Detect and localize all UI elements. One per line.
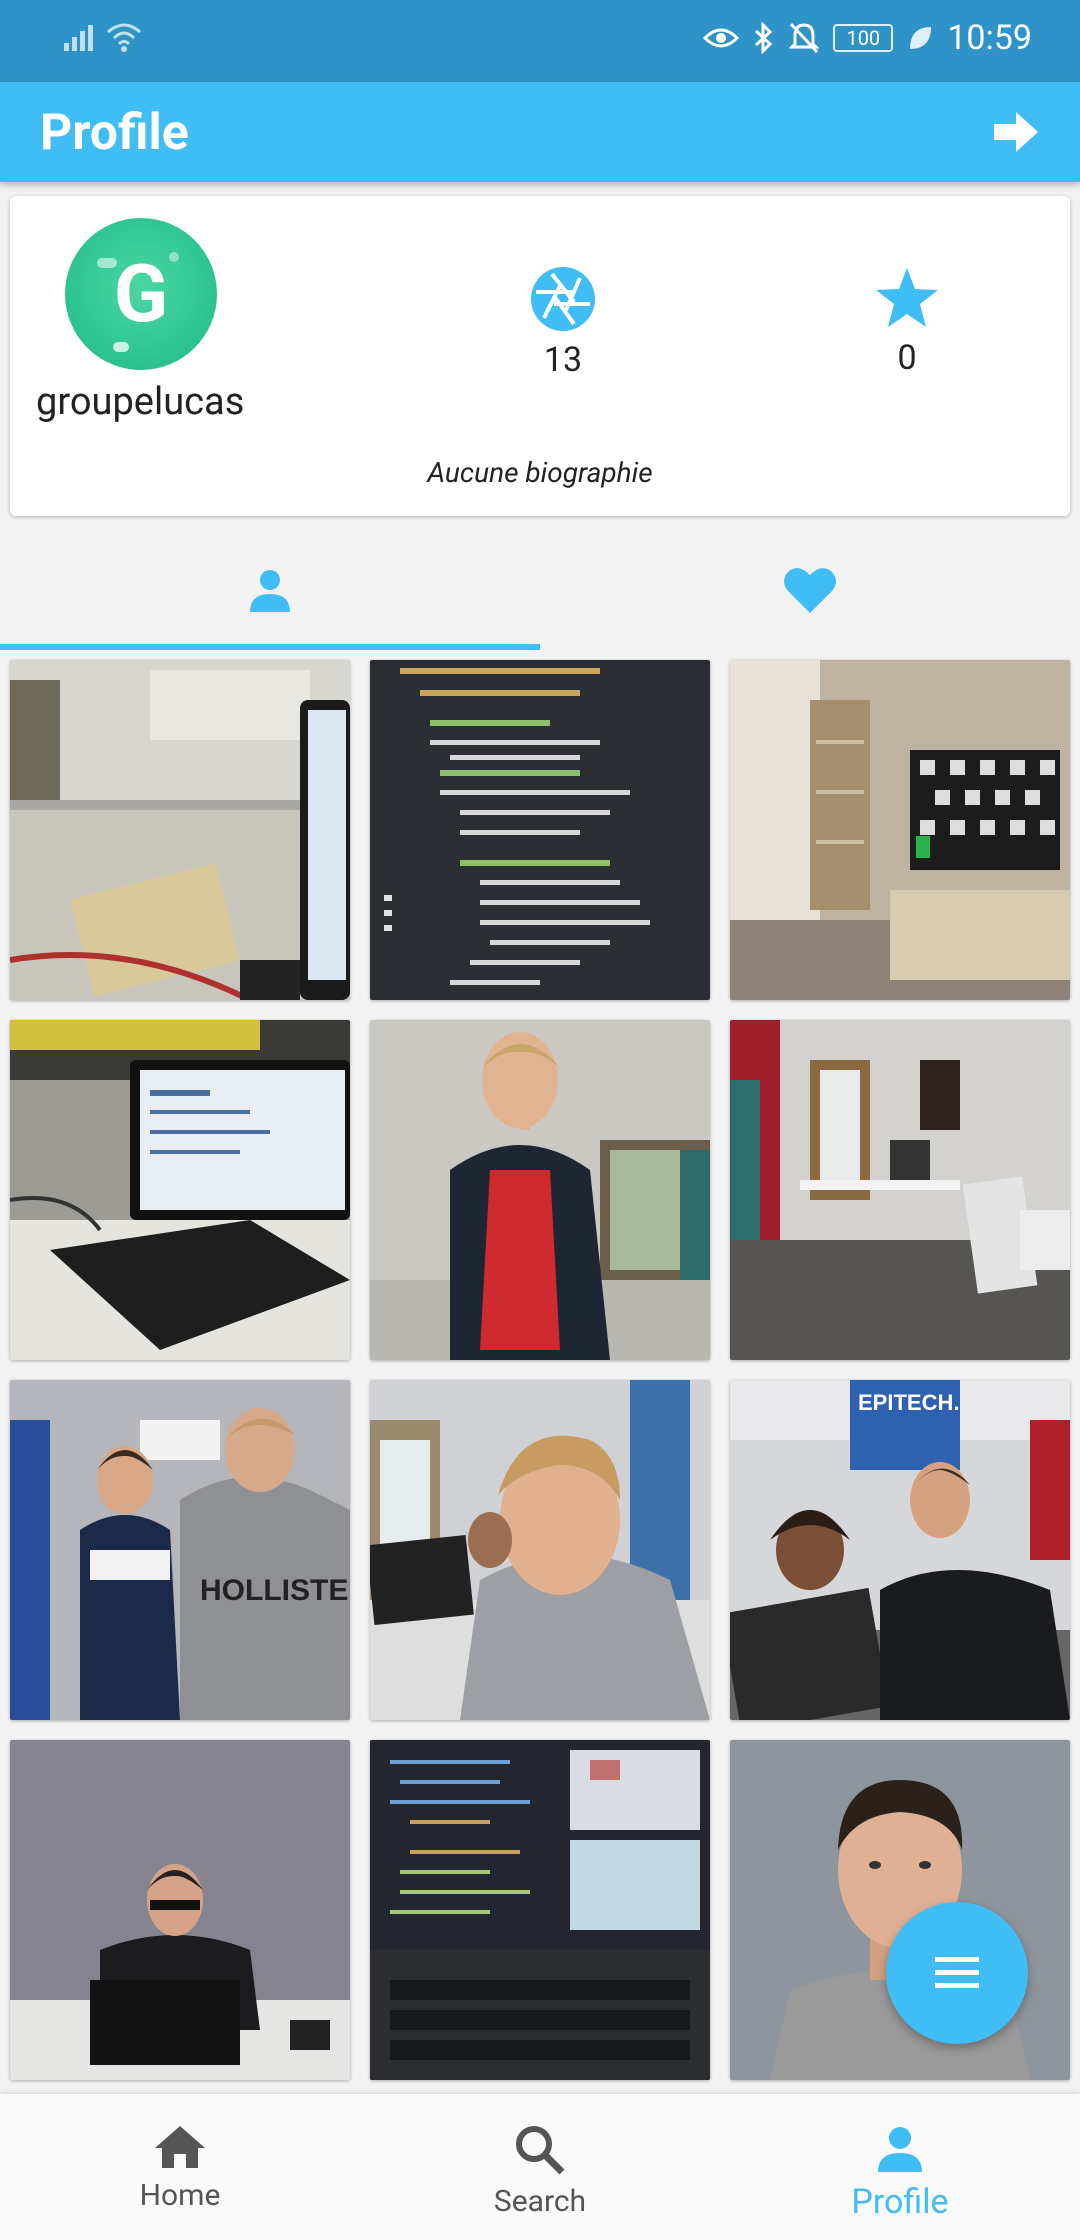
photo-portrait [730,1740,1070,2080]
logout-button[interactable] [988,104,1044,160]
photo-person-glasses [10,1740,350,2080]
photo-tile[interactable] [10,1020,350,1360]
profile-tabs [0,530,1080,650]
photo-classroom [730,1020,1070,1360]
biography: Aucune biographie [427,456,653,489]
signal-icon [64,25,93,51]
home-icon [155,2126,205,2168]
photo-tile[interactable] [10,660,350,1000]
photo-tile[interactable] [730,1020,1070,1360]
search-icon [516,2126,565,2175]
profile-card: G groupelucas 13 0 Aucune biographie [10,196,1070,516]
status-left [64,22,142,52]
nav-home-label: Home [139,2178,221,2213]
username: groupelucas [36,380,245,424]
photo-tile[interactable] [370,1380,710,1720]
photos-count: 13 [543,340,583,380]
bluetooth-icon [755,22,773,54]
status-right: 100 10:59 [703,18,1032,58]
photo-laptop-code [370,1740,710,2080]
menu-fab-button[interactable] [886,1902,1028,2044]
tab-my-photos[interactable] [0,530,540,650]
svg-text:EPITECH.: EPITECH. [858,1390,959,1415]
status-time: 10:59 [947,18,1032,58]
photo-tile[interactable]: EPITECH. [730,1380,1070,1720]
photo-selfie-hoodie [370,1380,710,1720]
photo-tile[interactable] [730,660,1070,1000]
photos-stat: 13 [503,266,623,380]
photo-laptop [10,1020,350,1360]
photo-tile[interactable] [370,660,710,1000]
nav-profile[interactable]: Profile [720,2094,1080,2240]
photo-epitech-students: EPITECH. [730,1380,1070,1720]
photo-code-screen [370,660,710,1000]
person-icon [878,2127,922,2172]
avatar: G [65,218,217,370]
photo-tile[interactable] [370,1740,710,2080]
leaf-icon [910,27,932,49]
battery-level: 100 [846,26,881,50]
photo-person-red-shirt [370,1020,710,1360]
star-icon [876,268,938,327]
nav-profile-label: Profile [851,2182,949,2222]
photo-desk-phone [10,660,350,1000]
photo-two-people: HOLLISTE [10,1380,350,1720]
favorites-stat: 0 [847,266,967,378]
nav-search-label: Search [493,2184,587,2219]
photo-tile[interactable] [730,1740,1070,2080]
photo-tile[interactable]: HOLLISTE [10,1380,350,1720]
tab-indicator [0,644,540,650]
camera-shutter-icon [531,267,595,331]
tab-favorites[interactable] [540,530,1080,650]
battery-icon: 100 [833,24,894,52]
nav-home[interactable]: Home [0,2094,360,2240]
menu-icon [935,1957,979,1988]
status-bar: 100 10:59 [0,0,1080,82]
eye-icon [703,28,740,48]
heart-icon [784,568,836,613]
photo-3d-room [730,660,1070,1000]
photo-tile[interactable] [10,1740,350,2080]
photo-tile[interactable] [370,1020,710,1360]
favorites-count: 0 [897,338,917,378]
person-icon [250,570,290,612]
page-title: Profile [40,104,189,162]
bottom-navigation: Home Search Profile [0,2094,1080,2240]
svg-text:HOLLISTE: HOLLISTE [200,1574,348,1607]
avatar-letter: G [113,247,169,341]
app-bar: Profile [0,82,1080,182]
logout-arrow-icon [994,112,1038,152]
wifi-icon [107,23,141,52]
notification-off-icon [789,22,820,54]
nav-search[interactable]: Search [360,2094,720,2240]
